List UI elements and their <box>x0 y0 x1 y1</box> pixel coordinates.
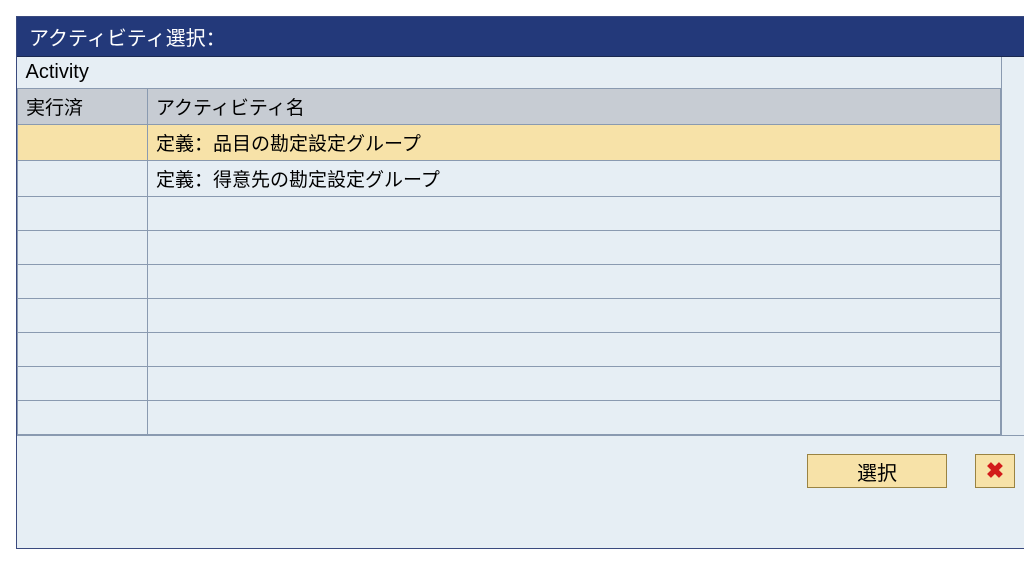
cell-activity-name <box>148 197 1001 231</box>
select-button[interactable]: 選択 <box>807 454 947 488</box>
cell-activity-name <box>148 265 1001 299</box>
cell-executed <box>18 299 148 333</box>
table-row[interactable] <box>18 265 1001 299</box>
table-row[interactable] <box>18 367 1001 401</box>
cell-activity-name <box>148 231 1001 265</box>
cell-activity-name <box>148 401 1001 435</box>
cell-executed <box>18 161 148 197</box>
cell-executed <box>18 197 148 231</box>
column-activity-name[interactable]: アクティビティ名 <box>148 89 1001 125</box>
cell-executed <box>18 367 148 401</box>
dialog-footer: 選択 ✖ <box>17 435 1024 548</box>
cell-activity-name <box>148 333 1001 367</box>
table-row[interactable] <box>18 231 1001 265</box>
table-row[interactable] <box>18 401 1001 435</box>
cell-activity-name: 定義：品目の勘定設定グループ <box>148 125 1001 161</box>
column-executed[interactable]: 実行済 <box>18 89 148 125</box>
close-icon: ✖ <box>986 460 1004 482</box>
close-button[interactable]: ✖ <box>975 454 1015 488</box>
scroll-gutter[interactable] <box>1001 57 1024 435</box>
dialog-title: アクティビティ選択： <box>17 17 1024 57</box>
table-column-header: 実行済 アクティビティ名 <box>18 89 1001 125</box>
cell-activity-name <box>148 299 1001 333</box>
table-section-header: Activity <box>18 57 1001 89</box>
cell-executed <box>18 401 148 435</box>
cell-activity-name: 定義：得意先の勘定設定グループ <box>148 161 1001 197</box>
section-label: Activity <box>18 57 1001 89</box>
table-row[interactable]: 定義：得意先の勘定設定グループ <box>18 161 1001 197</box>
cell-executed <box>18 125 148 161</box>
activity-table: Activity 実行済 アクティビティ名 定義：品目の勘定設定グループ定義：得… <box>17 57 1001 435</box>
content-row: Activity 実行済 アクティビティ名 定義：品目の勘定設定グループ定義：得… <box>17 57 1024 435</box>
cell-executed <box>18 333 148 367</box>
table-row[interactable] <box>18 333 1001 367</box>
activity-select-dialog: アクティビティ選択： Activity 実行済 アクティビティ名 定義：品目の勘… <box>16 16 1024 549</box>
cell-activity-name <box>148 367 1001 401</box>
cell-executed <box>18 231 148 265</box>
table-area: Activity 実行済 アクティビティ名 定義：品目の勘定設定グループ定義：得… <box>17 57 1001 435</box>
cell-executed <box>18 265 148 299</box>
table-row[interactable]: 定義：品目の勘定設定グループ <box>18 125 1001 161</box>
table-row[interactable] <box>18 299 1001 333</box>
table-row[interactable] <box>18 197 1001 231</box>
